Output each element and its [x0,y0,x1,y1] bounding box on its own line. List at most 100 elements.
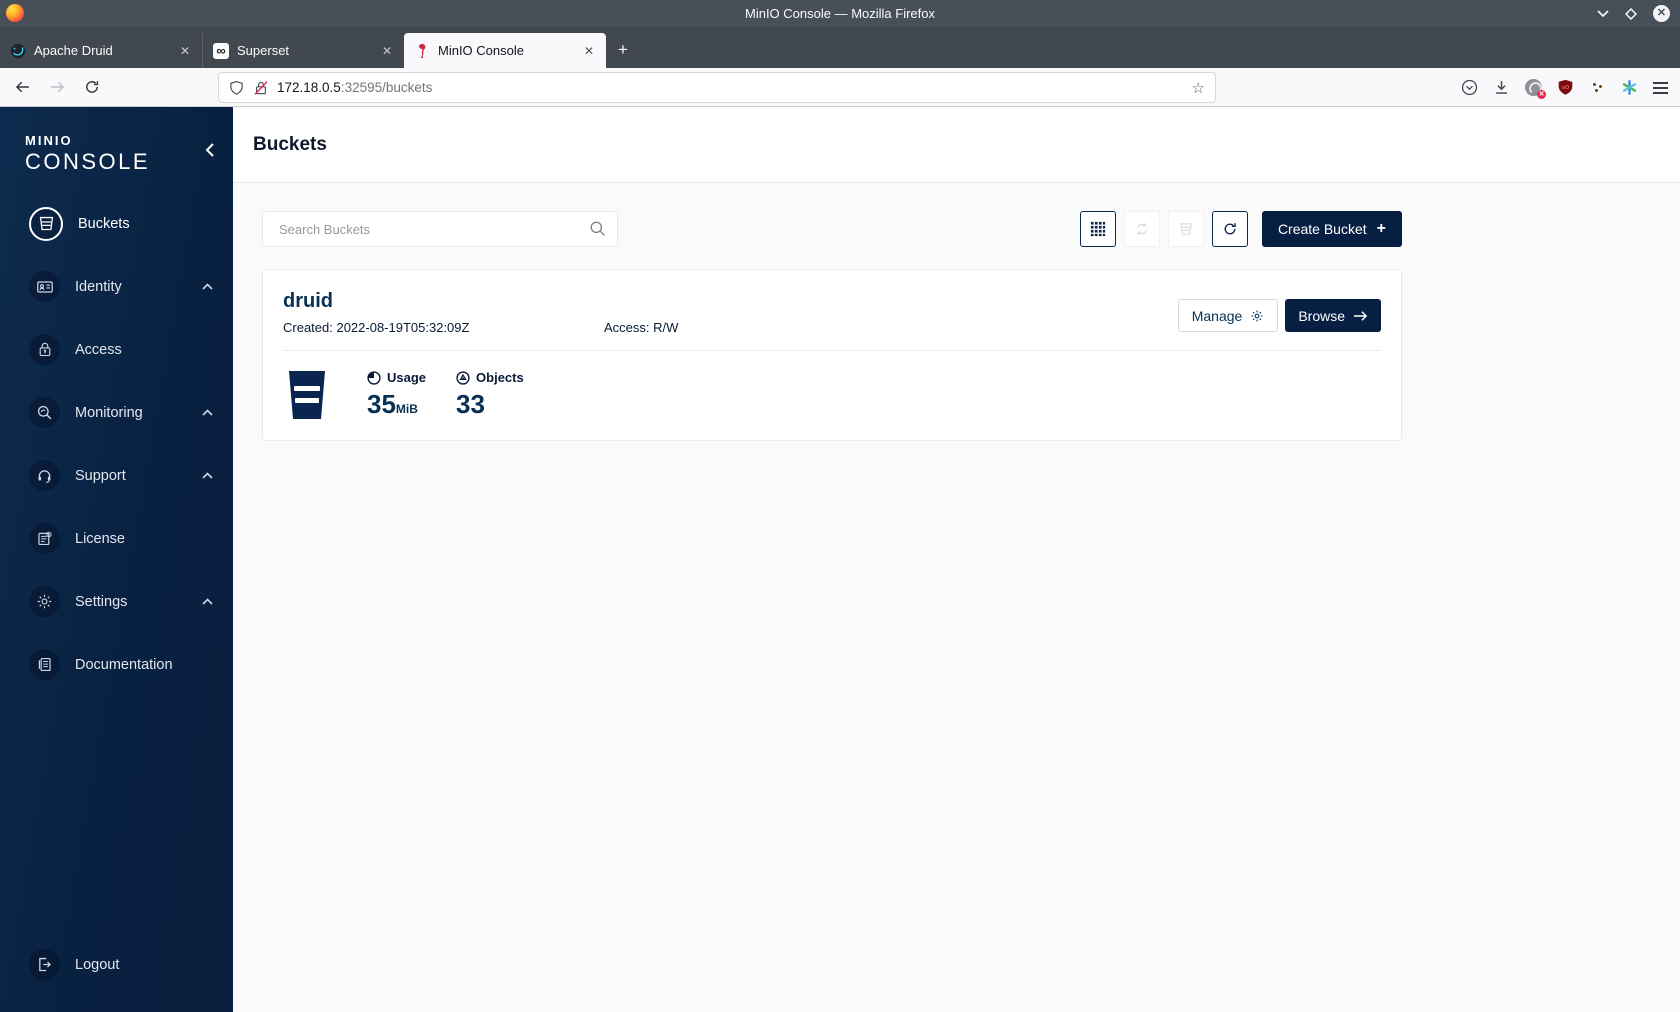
refresh-icon [1222,221,1238,237]
buckets-toolbar: Create Bucket + [262,211,1402,247]
sidebar-item-label: Settings [75,593,128,610]
superset-icon: ∞ [213,42,229,59]
tab-apache-druid[interactable]: Apache Druid ✕ [0,33,202,68]
new-tab-button[interactable]: + [618,40,628,60]
forward-icon[interactable] [49,79,66,95]
menu-hamburger-icon[interactable] [1653,79,1668,97]
cookie-extension-icon[interactable] [1589,79,1606,96]
window-minimize-icon[interactable] [1597,9,1609,18]
gear-icon [29,586,60,617]
sidebar-collapse-icon[interactable] [205,143,215,157]
usage-value: 35 [367,389,396,419]
delete-buckets-button [1167,211,1204,247]
tab-close-icon[interactable]: ✕ [176,44,194,58]
tab-label: MinIO Console [438,43,524,58]
usage-metric: Usage 35MiB [367,370,426,420]
sidebar-item-label: Identity [75,278,122,295]
firefox-icon[interactable] [6,4,24,22]
plus-icon: + [1376,220,1386,237]
support-headset-icon [29,460,60,491]
url-bar[interactable]: 172.18.0.5:32595/buckets ☆ [218,72,1216,103]
tab-minio-console[interactable]: MinIO Console ✕ [404,33,606,68]
logo-minio-text: MINIO [25,133,73,148]
chevron-up-icon[interactable] [202,471,213,479]
downloads-icon[interactable] [1493,79,1510,96]
tab-label: Apache Druid [34,43,113,58]
browse-button[interactable]: Browse [1285,299,1381,332]
manage-gear-icon [1250,309,1264,323]
sidebar-item-identity[interactable]: Identity [0,255,233,318]
colorful-asterisk-extension-icon[interactable] [1621,79,1638,96]
sidebar-item-label: Monitoring [75,404,143,421]
create-bucket-label: Create Bucket [1277,221,1367,237]
tab-close-icon[interactable]: ✕ [378,44,396,58]
sidebar-item-label: License [75,530,125,547]
identity-card-icon [29,271,60,302]
browser-toolbar: 172.18.0.5:32595/buckets ☆ ✕ uO [0,68,1680,107]
sidebar-item-label: Documentation [75,656,173,673]
insecure-lock-icon[interactable] [253,80,269,96]
replication-sync-button [1123,211,1160,247]
browse-label: Browse [1298,307,1345,324]
search-input[interactable] [262,211,618,247]
sidebar-item-license[interactable]: License [0,507,233,570]
window-title: MinIO Console — Mozilla Firefox [745,6,935,21]
window-titlebar: MinIO Console — Mozilla Firefox ✕ [0,0,1680,27]
objects-label: Objects [476,370,524,385]
sidebar-item-label: Access [75,341,122,358]
sidebar-item-logout[interactable]: Logout [0,933,233,996]
reload-icon[interactable] [84,79,100,95]
back-icon[interactable] [14,79,31,95]
sidebar-item-support[interactable]: Support [0,444,233,507]
logo-console-text: CONSOLE [25,149,151,174]
monitoring-search-icon [29,397,60,428]
usage-label: Usage [387,370,427,385]
bucket-large-icon [285,370,329,420]
url-text[interactable]: 172.18.0.5:32595/buckets [277,80,1192,95]
window-maximize-icon[interactable] [1625,7,1637,20]
tab-bar: Apache Druid ✕ ∞ Superset ✕ MinIO Consol… [0,27,1680,68]
container-extension-icon[interactable]: ✕ [1525,79,1546,99]
url-host: 172.18.0.5 [277,80,341,95]
sidebar-item-settings[interactable]: Settings [0,570,233,633]
sidebar-item-documentation[interactable]: Documentation [0,633,233,696]
grid-view-button[interactable] [1079,211,1116,247]
sidebar: MINIO CONSOLE Buckets Identity Access Mo… [0,107,233,1012]
license-doc-icon [29,523,60,554]
bucket-access-label: Access: R/W [604,320,679,335]
sidebar-item-monitoring[interactable]: Monitoring [0,381,233,444]
sidebar-item-buckets[interactable]: Buckets [0,192,233,255]
chevron-up-icon[interactable] [202,282,213,290]
bookmark-star-icon[interactable]: ☆ [1192,79,1205,97]
main-content: Buckets Search Buckets Create Bucket + d… [233,107,1680,1012]
usage-unit: MiB [395,402,418,416]
arrow-right-icon [1353,310,1368,322]
svg-text:uO: uO [1562,85,1570,91]
page-title: Buckets [253,133,327,155]
refresh-button[interactable] [1211,211,1248,247]
chevron-up-icon[interactable] [202,597,213,605]
extension-badge: ✕ [1537,90,1546,99]
tracking-shield-icon[interactable] [229,80,244,96]
bucket-card-druid[interactable]: druid Created: 2022-08-19T05:32:09Z Acce… [262,269,1402,441]
sidebar-item-label: Logout [75,956,120,973]
tab-superset[interactable]: ∞ Superset ✕ [202,33,404,68]
window-close-icon[interactable]: ✕ [1653,5,1670,22]
pocket-icon[interactable] [1461,79,1478,96]
create-bucket-button[interactable]: Create Bucket + [1261,211,1402,247]
objects-icon [456,370,470,385]
chevron-up-icon[interactable] [202,408,213,416]
objects-value: 33 [456,389,485,419]
ublock-icon[interactable]: uO [1557,79,1574,96]
url-path: :32595/buckets [340,80,433,95]
page-header: Buckets [233,107,1680,183]
tab-close-icon[interactable]: ✕ [580,44,598,58]
minio-console-logo: MINIO CONSOLE [25,133,150,175]
sidebar-item-access[interactable]: Access [0,318,233,381]
access-lock-icon [29,334,60,365]
sync-arrows-icon [1134,221,1150,237]
bucket-created-label: Created: 2022-08-19T05:32:09Z [283,320,470,335]
manage-button[interactable]: Manage [1177,299,1279,332]
druid-icon [10,43,26,59]
card-divider [283,350,1381,351]
